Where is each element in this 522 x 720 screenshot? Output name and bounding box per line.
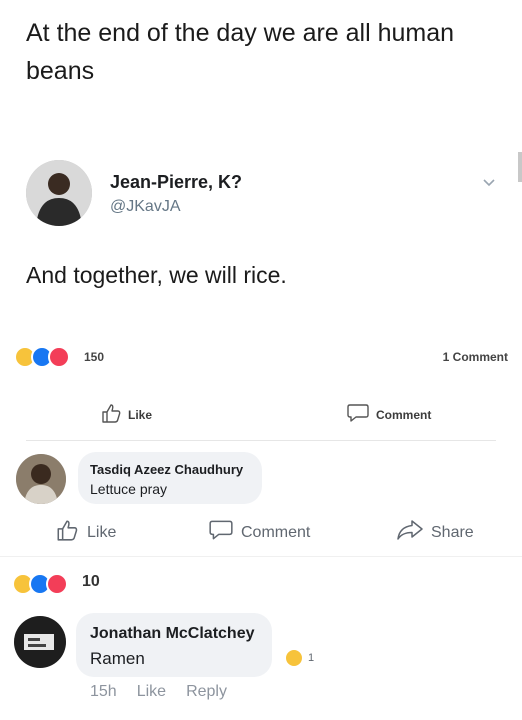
comment-text: Ramen xyxy=(90,649,145,668)
tweet-author-handle[interactable]: @JKavJA xyxy=(110,198,180,216)
thumbs-up-icon xyxy=(100,402,122,427)
reaction-count[interactable]: 150 xyxy=(84,350,104,364)
comment-button[interactable]: Comment xyxy=(208,518,310,547)
speech-bubble-icon xyxy=(208,518,234,547)
post-text: At the end of the day we are all human b… xyxy=(26,19,455,85)
commenter-avatar[interactable] xyxy=(16,454,66,504)
speech-bubble-icon xyxy=(346,402,370,427)
divider xyxy=(0,556,522,557)
reaction-count[interactable]: 10 xyxy=(82,573,100,591)
share-arrow-icon xyxy=(396,518,424,547)
like-label: Like xyxy=(87,523,117,541)
tweet-author-name[interactable]: Jean-Pierre, K? xyxy=(110,172,242,193)
divider xyxy=(26,440,496,441)
tweet-author-avatar[interactable] xyxy=(26,160,92,226)
comment-count[interactable]: 1 Comment xyxy=(443,350,508,364)
commenter-avatar[interactable] xyxy=(14,616,66,668)
share-label: Share xyxy=(431,523,474,541)
comment-meta: 15h Like Reply xyxy=(90,683,227,701)
reaction-icons[interactable]: 1 xyxy=(284,648,314,668)
like-button[interactable]: Like xyxy=(100,402,152,427)
reaction-count: 1 xyxy=(308,652,315,664)
like-label: Like xyxy=(128,407,153,422)
love-icon xyxy=(46,573,68,595)
love-icon xyxy=(48,346,70,368)
share-button[interactable]: Share xyxy=(396,518,474,547)
chevron-down-icon[interactable] xyxy=(482,176,496,190)
comment-label: Comment xyxy=(376,407,432,422)
reply-link[interactable]: Reply xyxy=(186,683,227,701)
comment-text: Lettuce pray xyxy=(90,481,168,497)
like-button[interactable]: Like xyxy=(54,518,116,547)
like-link[interactable]: Like xyxy=(137,683,166,701)
thumbs-up-icon xyxy=(54,518,80,547)
haha-icon xyxy=(284,648,304,668)
reaction-icons[interactable] xyxy=(14,346,70,368)
comment-author[interactable]: Tasdiq Azeez Chaudhury xyxy=(90,462,243,477)
comment-author[interactable]: Jonathan McClatchey xyxy=(90,625,254,643)
reaction-icons[interactable] xyxy=(12,573,68,595)
timestamp: 15h xyxy=(90,683,117,700)
comment-label: Comment xyxy=(241,523,311,541)
scrollbar[interactable] xyxy=(518,152,522,182)
comment-button[interactable]: Comment xyxy=(346,402,431,427)
tweet-text: And together, we will rice. xyxy=(26,262,287,288)
